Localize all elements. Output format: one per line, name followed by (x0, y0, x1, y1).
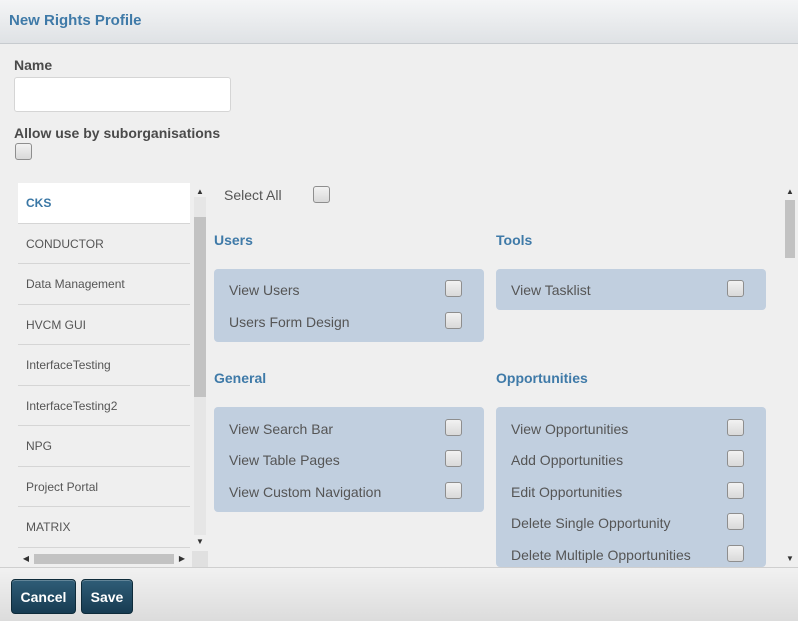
scroll-left-arrow-icon[interactable]: ◀ (20, 554, 32, 564)
scroll-down-arrow-icon[interactable]: ▼ (194, 537, 206, 547)
permissions-vertical-scrollbar[interactable]: ▲ ▼ (782, 184, 798, 567)
permission-checkbox-edit-opportunities[interactable] (727, 482, 744, 499)
permission-checkbox-view-users[interactable] (445, 280, 462, 297)
section-title-tools: Tools (496, 232, 533, 248)
scroll-down-arrow-icon[interactable]: ▼ (784, 554, 796, 564)
permission-label: Users Form Design (229, 314, 350, 330)
scroll-up-arrow-icon[interactable]: ▲ (194, 187, 206, 197)
organisation-item-data-management[interactable]: Data Management (18, 264, 190, 305)
suborg-checkbox[interactable] (15, 143, 32, 160)
permission-label: View Custom Navigation (229, 484, 382, 500)
opportunities-permissions-panel: View Opportunities Add Opportunities Edi… (496, 407, 766, 567)
permission-label: View Tasklist (511, 282, 591, 298)
section-title-users: Users (214, 232, 253, 248)
permission-label: Edit Opportunities (511, 484, 623, 500)
permission-checkbox-view-table-pages[interactable] (445, 450, 462, 467)
select-all-label: Select All (224, 187, 282, 203)
permission-checkbox-delete-single-opportunity[interactable] (727, 513, 744, 530)
organisation-item-interfacetesting[interactable]: InterfaceTesting (18, 345, 190, 386)
scrollbar-corner (192, 551, 208, 567)
general-permissions-panel: View Search Bar View Table Pages View Cu… (214, 407, 484, 512)
tools-permissions-panel: View Tasklist (496, 269, 766, 310)
permission-checkbox-view-tasklist[interactable] (727, 280, 744, 297)
permission-label: Delete Multiple Opportunities (511, 547, 691, 563)
dialog-title: New Rights Profile (9, 12, 142, 29)
organisation-item-conductor[interactable]: CONDUCTOR (18, 223, 190, 264)
organisation-item-npg[interactable]: NPG (18, 426, 190, 467)
scroll-up-arrow-icon[interactable]: ▲ (784, 187, 796, 197)
users-permissions-panel: View Users Users Form Design (214, 269, 484, 342)
scroll-right-arrow-icon[interactable]: ▶ (176, 554, 188, 564)
suborg-label: Allow use by suborganisations (14, 125, 221, 141)
permission-checkbox-add-opportunities[interactable] (727, 450, 744, 467)
permission-checkbox-view-search-bar[interactable] (445, 419, 462, 436)
section-title-general: General (214, 370, 267, 386)
dialog-header: New Rights Profile (0, 0, 798, 44)
permission-checkbox-users-form-design[interactable] (445, 312, 462, 329)
permission-label: View Search Bar (229, 421, 334, 437)
name-input[interactable] (14, 77, 231, 112)
organisation-list-vertical-scrollbar[interactable]: ▲ ▼ (192, 183, 208, 549)
section-title-opportunities: Opportunities (496, 370, 588, 386)
organisation-list-horizontal-scrollbar[interactable]: ◀ ▶ (18, 551, 190, 567)
organisation-item-project-portal[interactable]: Project Portal (18, 466, 190, 507)
permission-checkbox-view-opportunities[interactable] (727, 419, 744, 436)
permission-checkbox-delete-multiple-opportunities[interactable] (727, 545, 744, 562)
permission-label: View Users (229, 282, 300, 298)
organisation-item-cks[interactable]: CKS (18, 183, 190, 224)
scrollbar-thumb[interactable] (785, 200, 795, 258)
save-button[interactable]: Save (81, 579, 133, 614)
organisation-list: CKS CONDUCTOR Data Management HVCM GUI I… (18, 183, 190, 549)
organisation-item-interfacetesting2[interactable]: InterfaceTesting2 (18, 385, 190, 426)
permission-label: Delete Single Opportunity (511, 515, 671, 531)
cancel-button[interactable]: Cancel (11, 579, 76, 614)
permission-checkbox-view-custom-navigation[interactable] (445, 482, 462, 499)
permission-label: Add Opportunities (511, 452, 624, 468)
scrollbar-thumb[interactable] (194, 217, 206, 397)
permission-label: View Table Pages (229, 452, 340, 468)
select-all-checkbox[interactable] (313, 186, 330, 203)
organisation-item-matrix[interactable]: MATRIX (18, 507, 190, 548)
name-label: Name (14, 57, 53, 73)
scrollbar-thumb[interactable] (34, 554, 174, 564)
organisation-item-hvcm-gui[interactable]: HVCM GUI (18, 304, 190, 345)
permission-label: View Opportunities (511, 421, 629, 437)
